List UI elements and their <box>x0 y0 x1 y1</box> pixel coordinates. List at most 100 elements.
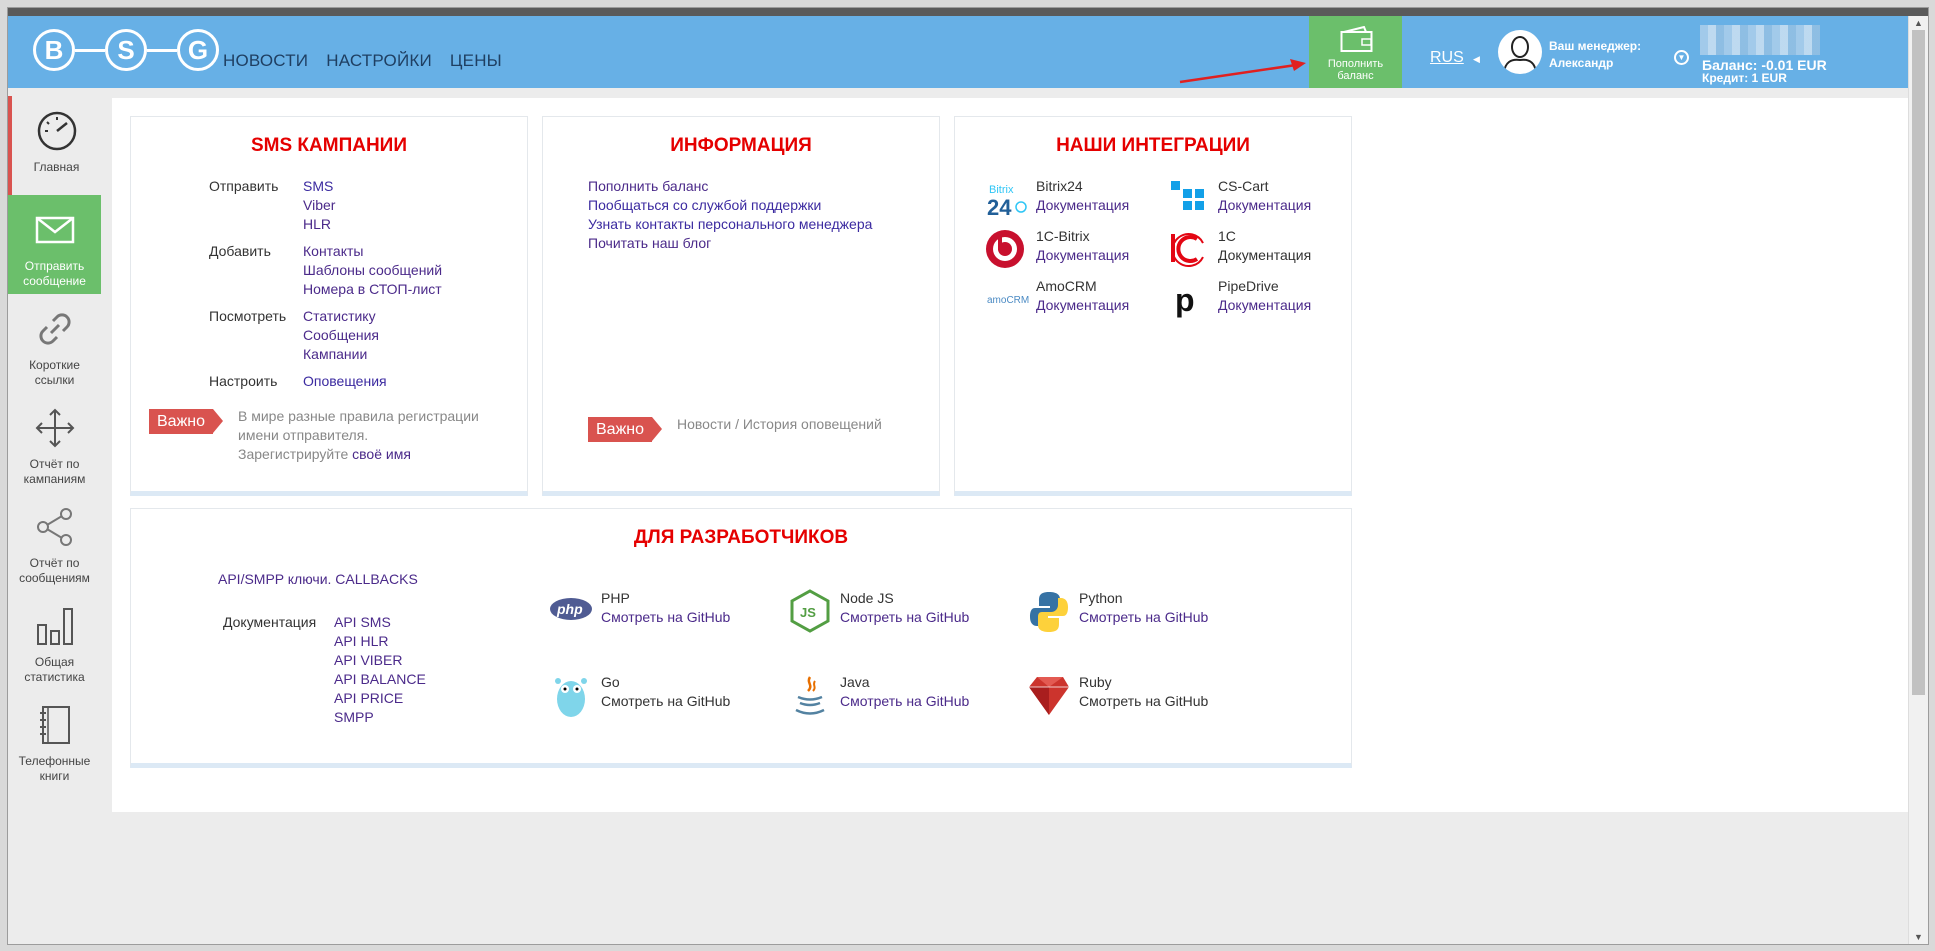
caret-left-icon[interactable]: ◀ <box>1473 54 1480 65</box>
svg-text:amoCRM: amoCRM <box>987 295 1029 306</box>
sidebar-label: Отправить сообщение <box>8 259 101 289</box>
important-badge: Важно <box>588 417 663 442</box>
php-icon: php <box>550 598 592 620</box>
view-messages-link[interactable]: Сообщения <box>303 326 379 345</box>
integration-doc-link[interactable]: Документация <box>1036 196 1129 215</box>
github-link[interactable]: Смотреть на GitHub <box>601 608 730 627</box>
add-stoplist-link[interactable]: Номера в СТОП-лист <box>303 280 442 299</box>
pipedrive-icon: p <box>1175 282 1195 318</box>
register-name-link[interactable]: своё имя <box>352 446 411 462</box>
api-hlr-link[interactable]: API HLR <box>334 632 426 651</box>
envelope-icon <box>35 216 74 244</box>
important-note-line: В мире разные правила регистрации <box>238 408 479 424</box>
vertical-scrollbar[interactable]: ▲ ▼ <box>1908 16 1928 944</box>
integration-doc-link[interactable]: Документация <box>1218 196 1311 215</box>
sidebar-label-line: сообщение <box>23 274 86 288</box>
java-icon <box>795 676 825 715</box>
sidebar-label-line: Телефонные <box>18 754 91 768</box>
sidebar-label: Общая статистика <box>8 655 101 685</box>
1c-bitrix-icon <box>986 230 1024 268</box>
nav-prices[interactable]: ЦЕНЫ <box>450 51 502 71</box>
sidebar-item-short-links[interactable]: Короткие ссылки <box>8 294 101 393</box>
github-link[interactable]: Смотреть на GitHub <box>840 692 969 711</box>
sidebar-item-campaign-report[interactable]: Отчёт по кампаниям <box>8 393 101 492</box>
view-statistics-link[interactable]: Статистику <box>303 307 379 326</box>
api-balance-link[interactable]: API BALANCE <box>334 670 426 689</box>
sidebar-label-line: книги <box>39 769 70 783</box>
api-viber-link[interactable]: API VIBER <box>334 651 426 670</box>
sidebar-item-phonebooks[interactable]: Телефонные книги <box>8 690 101 789</box>
chevron-down-icon[interactable]: ▼ <box>1674 50 1689 65</box>
scroll-down-icon[interactable]: ▼ <box>1914 932 1923 942</box>
integration-name: 1С-Bitrix <box>1036 228 1090 244</box>
language-selector[interactable]: RUS <box>1430 49 1464 67</box>
integration-doc-link[interactable]: Документация <box>1218 246 1311 265</box>
topup-label-line: Пополнить <box>1327 58 1384 70</box>
news-history-link[interactable]: Новости / История оповещений <box>677 415 882 434</box>
ruby-icon <box>1029 677 1069 715</box>
sidebar-item-home[interactable]: Главная <box>8 96 101 195</box>
integration-doc-link[interactable]: Документация <box>1218 296 1311 315</box>
info-support-link[interactable]: Пообщаться со службой поддержки <box>588 196 928 215</box>
sidebar-item-message-report[interactable]: Отчёт по сообщениям <box>8 492 101 591</box>
manager-name: Александр <box>1549 56 1614 70</box>
api-price-link[interactable]: API PRICE <box>334 689 426 708</box>
logo-letter: S <box>105 29 147 71</box>
integration-name: CS-Cart <box>1218 178 1269 194</box>
send-viber-link[interactable]: Viber <box>303 196 335 215</box>
topup-balance-button[interactable]: Пополнить баланс <box>1309 16 1402 88</box>
manager-info: Ваш менеджер: Александр <box>1549 38 1641 72</box>
manager-label: Ваш менеджер: <box>1549 39 1642 53</box>
integration-name: Bitrix24 <box>1036 178 1083 194</box>
important-note-line: Зарегистрируйте <box>238 446 349 462</box>
scroll-up-icon[interactable]: ▲ <box>1914 18 1923 28</box>
information-panel: ИНФОРМАЦИЯ Пополнить баланс Пообщаться с… <box>542 116 940 496</box>
panel-title: ИНФОРМАЦИЯ <box>670 135 812 156</box>
scrollbar-thumb[interactable] <box>1912 30 1925 695</box>
bitrix24-icon: Bitrix 24 <box>987 184 1027 219</box>
api-keys-link[interactable]: API/SMPP ключи. CALLBACKS <box>218 571 418 587</box>
integrations-panel: НАШИ ИНТЕГРАЦИИ Bitrix 24 Bitrix24 Докум… <box>954 116 1352 496</box>
github-link[interactable]: Смотреть на GitHub <box>1079 608 1208 627</box>
info-manager-link[interactable]: Узнать контакты персонального менеджера <box>588 215 928 234</box>
smpp-link[interactable]: SMPP <box>334 708 426 727</box>
sidebar-label-line: статистика <box>24 670 85 684</box>
logo[interactable]: B S G <box>33 29 219 75</box>
link-icon <box>38 313 71 345</box>
panel-title: НАШИ ИНТЕГРАЦИИ <box>1056 135 1250 156</box>
sdk-name: Go <box>601 674 620 690</box>
info-topup-link[interactable]: Пополнить баланс <box>588 177 928 196</box>
row-links: API SMS API HLR API VIBER API BALANCE AP… <box>334 613 426 727</box>
python-icon <box>1030 592 1068 632</box>
api-sms-link[interactable]: API SMS <box>334 613 426 632</box>
sidebar: Главная Отправить сообщение Короткие ссы… <box>8 96 101 789</box>
cscart-icon <box>1171 181 1204 210</box>
important-note: В мире разные правила регистрации имени … <box>238 407 523 464</box>
sidebar-item-send-message[interactable]: Отправить сообщение <box>8 195 101 294</box>
balance-info: Баланс: -0.01 EUR Кредит: 1 EUR <box>1702 58 1827 85</box>
sidebar-label-line: Отправить <box>24 259 85 273</box>
send-hlr-link[interactable]: HLR <box>303 215 335 234</box>
panel-title: SMS КАМПАНИИ <box>250 135 407 156</box>
configure-notifications-link[interactable]: Оповещения <box>303 372 387 391</box>
sidebar-item-statistics[interactable]: Общая статистика <box>8 591 101 690</box>
nav-settings[interactable]: НАСТРОЙКИ <box>326 51 432 71</box>
integration-doc-link[interactable]: Документация <box>1036 296 1129 315</box>
row-label: Документация <box>223 614 317 630</box>
send-sms-link[interactable]: SMS <box>303 177 335 196</box>
sidebar-label-line: Отчёт по <box>29 457 80 471</box>
info-blog-link[interactable]: Почитать наш блог <box>588 234 928 253</box>
sidebar-label-line: ссылки <box>34 373 75 387</box>
github-link[interactable]: Смотреть на GitHub <box>1079 692 1208 711</box>
github-link[interactable]: Смотреть на GitHub <box>840 608 969 627</box>
svg-text:php: php <box>556 601 583 617</box>
view-campaigns-link[interactable]: Кампании <box>303 345 379 364</box>
add-contacts-link[interactable]: Контакты <box>303 242 442 261</box>
github-link[interactable]: Смотреть на GitHub <box>601 692 730 711</box>
add-templates-link[interactable]: Шаблоны сообщений <box>303 261 442 280</box>
nav-news[interactable]: НОВОСТИ <box>223 51 308 71</box>
integration-doc-link[interactable]: Документация <box>1036 246 1129 265</box>
sidebar-label-line: Отчёт по <box>29 556 80 570</box>
manager-avatar <box>1498 30 1542 74</box>
credit-value: Кредит: 1 EUR <box>1702 71 1787 85</box>
